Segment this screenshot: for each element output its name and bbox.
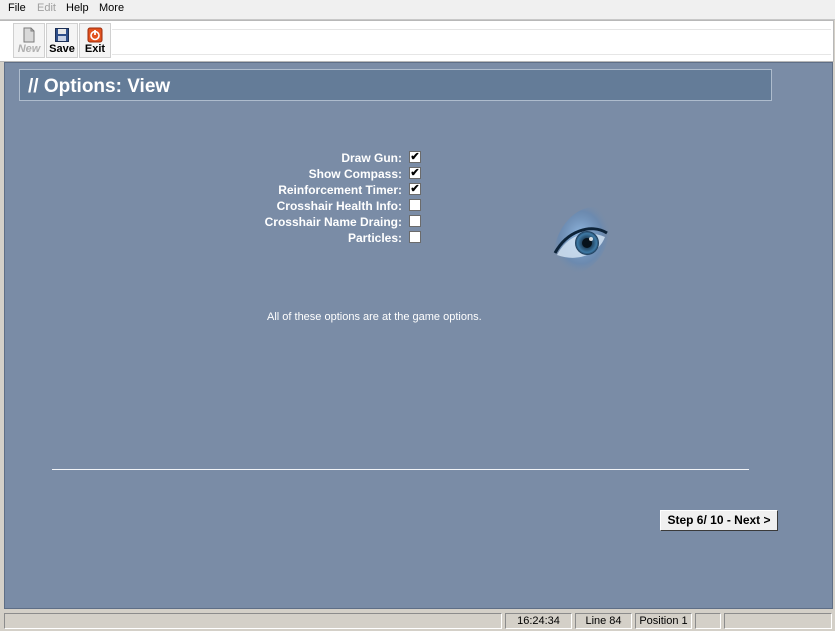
option-checkbox[interactable]: ✔ [409,167,421,179]
status-time: 16:24:34 [505,613,572,629]
floppy-disk-icon [55,28,69,42]
option-checkbox[interactable]: ✔ [409,183,421,195]
options-note: All of these options are at the game opt… [267,311,482,323]
toolbar-band [112,29,831,55]
status-panel-end [724,613,832,629]
menu-file[interactable]: File [8,2,26,14]
next-step-button[interactable]: Step 6/ 10 - Next > [660,510,778,531]
status-line: Line 84 [575,613,632,629]
document-icon [23,27,35,43]
menu-more[interactable]: More [99,2,124,14]
toolbar: New Save Exit [0,20,834,62]
exit-button-label: Exit [84,43,106,55]
page-title: // Options: View [28,76,171,97]
power-icon [87,27,103,43]
menu-bar: File Edit Help More [0,0,835,20]
save-button-label: Save [49,43,75,55]
content-panel: // Options: View Draw Gun: ✔ Show Compas… [4,62,833,609]
option-label: Particles: [347,231,402,245]
option-draw-gun: Draw Gun: ✔ [155,150,421,166]
status-bar: 16:24:34 Line 84 Position 1 [0,611,835,631]
option-label: Draw Gun: [341,151,402,165]
status-panel-main [4,613,502,629]
save-button[interactable]: Save [46,23,78,58]
menu-edit[interactable]: Edit [37,2,56,14]
new-button[interactable]: New [13,23,45,58]
title-bar: // Options: View [19,69,772,101]
new-button-label: New [17,43,41,55]
option-checkbox[interactable] [409,231,421,243]
option-label: Reinforcement Timer: [278,183,402,197]
option-show-compass: Show Compass: ✔ [155,166,421,182]
exit-button[interactable]: Exit [79,23,111,58]
eye-icon [552,206,610,276]
option-label: Crosshair Health Info: [276,199,402,213]
divider [52,469,749,470]
option-reinforcement-timer: Reinforcement Timer: ✔ [155,182,421,198]
option-checkbox[interactable]: ✔ [409,151,421,163]
option-particles: Particles: [155,230,421,246]
menu-help[interactable]: Help [66,2,89,14]
option-crosshair-name-draing: Crosshair Name Draing: [155,214,421,230]
option-crosshair-health-info: Crosshair Health Info: [155,198,421,214]
option-checkbox[interactable] [409,215,421,227]
option-checkbox[interactable] [409,199,421,211]
option-label: Crosshair Name Draing: [264,215,402,229]
status-position: Position 1 [635,613,692,629]
status-panel-extra [695,613,721,629]
option-label: Show Compass: [308,167,402,181]
